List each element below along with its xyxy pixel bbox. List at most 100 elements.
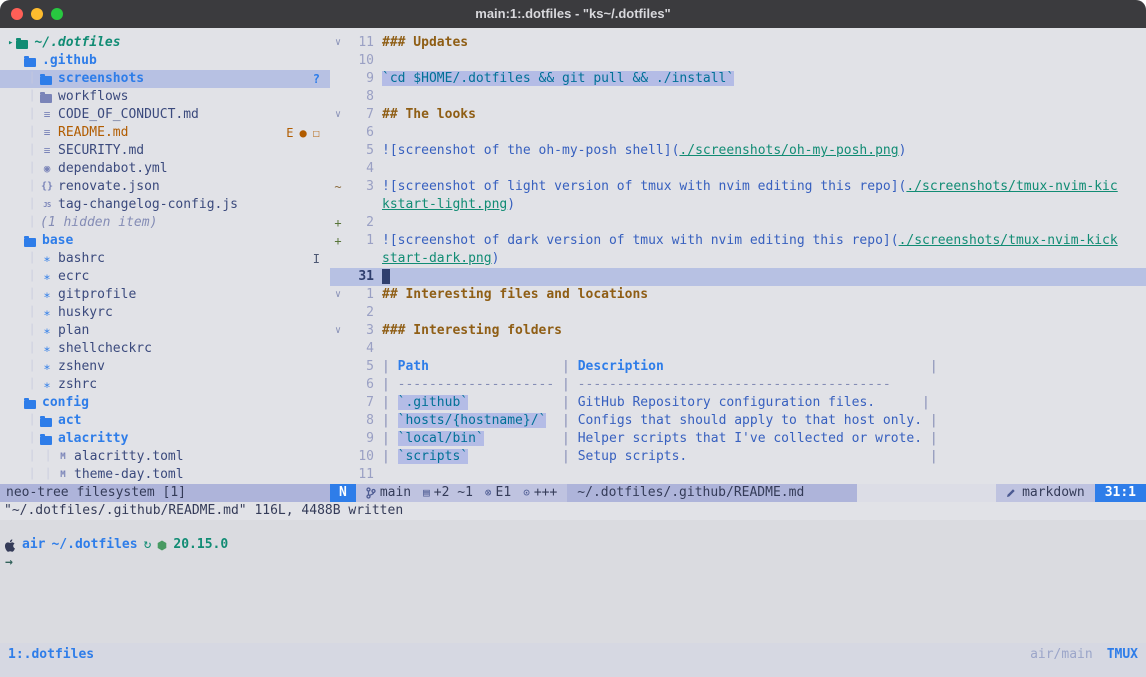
tree-item-plan[interactable]: │∗plan: [0, 322, 330, 340]
editor-line[interactable]: 10: [330, 52, 1146, 70]
editor-line[interactable]: 31: [330, 268, 1146, 286]
line-text: ### Interesting folders: [382, 322, 562, 340]
tree-indent-guide: │: [24, 160, 40, 178]
folder-icon: [24, 58, 36, 67]
tree-item-github[interactable]: .github: [0, 52, 330, 70]
line-number: 11: [346, 466, 374, 484]
editor-line[interactable]: ~3![screenshot of light version of tmux …: [330, 178, 1146, 196]
prompt-path: ~/.dotfiles: [51, 536, 137, 554]
syntax-token: |: [922, 359, 938, 374]
tree-item-workflows[interactable]: │workflows: [0, 88, 330, 106]
editor-line[interactable]: start-dark.png): [330, 250, 1146, 268]
line-text: ![screenshot of the oh-my-posh shell](./…: [382, 142, 906, 160]
tree-item-tag-changelog-config-js[interactable]: │JStag-changelog-config.js: [0, 196, 330, 214]
editor-line[interactable]: 5| Path | Description |: [330, 358, 1146, 376]
gitsign-icon: ~: [330, 178, 346, 196]
tmux-window-label[interactable]: 1:.dotfiles: [8, 646, 94, 664]
folder-icon: [24, 400, 36, 409]
neotree-statusline: neo-tree filesystem [1]: [0, 484, 330, 502]
tree-item-renovate-json[interactable]: │{}renovate.json: [0, 178, 330, 196]
editor-line[interactable]: 8| `hosts/{hostname}/` | Configs that sh…: [330, 412, 1146, 430]
tree-item-dotfiles[interactable]: ▸~/.dotfiles: [0, 34, 330, 52]
editor-line[interactable]: +2: [330, 214, 1146, 232]
editor-line[interactable]: 6: [330, 124, 1146, 142]
tree-item-label: gitprofile: [58, 286, 136, 304]
line-text: | Path | Description |: [382, 358, 938, 376]
tree-indent-guide: │: [24, 124, 40, 142]
statusline-misc: ⊙ +++: [523, 484, 557, 502]
shell-prompt: air ~/.dotfiles ↻ 20.15.0: [5, 536, 1146, 554]
editor-line[interactable]: 4: [330, 340, 1146, 358]
editor-line[interactable]: ∨1## Interesting files and locations: [330, 286, 1146, 304]
misc-value: +++: [534, 484, 557, 502]
shell-input-line[interactable]: →: [5, 554, 1146, 572]
tree-item-alacritty[interactable]: │alacritty: [0, 430, 330, 448]
editor-buffer[interactable]: ∨11### Updates109`cd $HOME/.dotfiles && …: [330, 34, 1146, 484]
tree-item-theme-day-toml[interactable]: ││Mtheme-day.toml: [0, 466, 330, 484]
close-button[interactable]: [11, 8, 23, 20]
line-text: ## The looks: [382, 106, 476, 124]
tree-item-bashrc[interactable]: │∗bashrcI: [0, 250, 330, 268]
tree-item-zshenv[interactable]: │∗zshenv: [0, 358, 330, 376]
editor-line[interactable]: 10| `scripts` | Setup scripts. |: [330, 448, 1146, 466]
editor-line[interactable]: +1![screenshot of dark version of tmux w…: [330, 232, 1146, 250]
shell-pane[interactable]: air ~/.dotfiles ↻ 20.15.0 → 1:.dotfiles …: [0, 520, 1146, 677]
editor-line[interactable]: 11: [330, 466, 1146, 484]
editor-line[interactable]: 5![screenshot of the oh-my-posh shell](.…: [330, 142, 1146, 160]
editor-line[interactable]: 4: [330, 160, 1146, 178]
syntax-token: Helper scripts that I've collected or wr…: [578, 431, 922, 446]
tree-item-zshrc[interactable]: │∗zshrc: [0, 376, 330, 394]
editor-line[interactable]: 8: [330, 88, 1146, 106]
tree-item-readme-md[interactable]: │≡README.mdE●☐: [0, 124, 330, 142]
syntax-token: ): [899, 143, 907, 158]
prompt-arrow: →: [5, 555, 13, 570]
line-number: 8: [346, 412, 374, 430]
editor-line[interactable]: 6| -------------------- | --------------…: [330, 376, 1146, 394]
editor-line[interactable]: ∨11### Updates: [330, 34, 1146, 52]
tree-item-alacritty-toml[interactable]: ││Malacritty.toml: [0, 448, 330, 466]
tree-item-huskyrc[interactable]: │∗huskyrc: [0, 304, 330, 322]
line-text: `cd $HOME/.dotfiles && git pull && ./ins…: [382, 70, 734, 88]
tree-indent-guide: │: [24, 196, 40, 214]
syntax-token: Description: [578, 359, 664, 374]
tree-item-code-of-conduct-md[interactable]: │≡CODE_OF_CONDUCT.md: [0, 106, 330, 124]
tree-item-ecrc[interactable]: │∗ecrc: [0, 268, 330, 286]
editor-pane[interactable]: ∨11### Updates109`cd $HOME/.dotfiles && …: [330, 28, 1146, 484]
editor-line[interactable]: 7| `.github` | GitHub Repository configu…: [330, 394, 1146, 412]
minimize-button[interactable]: [31, 8, 43, 20]
line-number: 10: [346, 52, 374, 70]
titlebar[interactable]: main:1:.dotfiles - "ks~/.dotfiles": [0, 0, 1146, 28]
tree-item-screenshots[interactable]: │screenshots?: [0, 70, 330, 88]
filetype-label: markdown: [1022, 484, 1085, 502]
tree-item-security-md[interactable]: │≡SECURITY.md: [0, 142, 330, 160]
shell-file-icon: ∗: [40, 322, 54, 340]
tree-item-act[interactable]: │act: [0, 412, 330, 430]
tree-item-base[interactable]: base: [0, 232, 330, 250]
syntax-token: `local/bin`: [398, 431, 484, 446]
editor-line[interactable]: 9| `local/bin` | Helper scripts that I'v…: [330, 430, 1146, 448]
syntax-token: [429, 359, 554, 374]
line-number: 3: [346, 322, 374, 340]
file-tree: ▸~/.dotfiles.github│screenshots?│workflo…: [0, 34, 330, 484]
tree-item-1-hidden-item[interactable]: │(1 hidden item): [0, 214, 330, 232]
line-number: 31: [346, 268, 374, 286]
zoom-button[interactable]: [51, 8, 63, 20]
tree-item-label: act: [58, 412, 81, 430]
shell-file-icon: ∗: [40, 268, 54, 286]
editor-line[interactable]: 2: [330, 304, 1146, 322]
fold-column: [330, 430, 346, 448]
shell-file-icon: ∗: [40, 376, 54, 394]
tree-item-dependabot-yml[interactable]: │◉dependabot.yml: [0, 160, 330, 178]
editor-line[interactable]: ∨3### Interesting folders: [330, 322, 1146, 340]
tree-item-gitprofile[interactable]: │∗gitprofile: [0, 286, 330, 304]
syntax-token: `scripts`: [398, 449, 468, 464]
tree-item-shellcheckrc[interactable]: │∗shellcheckrc: [0, 340, 330, 358]
editor-line[interactable]: ∨7## The looks: [330, 106, 1146, 124]
tree-item-config[interactable]: config: [0, 394, 330, 412]
line-number: 7: [346, 106, 374, 124]
editor-line[interactable]: 9`cd $HOME/.dotfiles && git pull && ./in…: [330, 70, 1146, 88]
syntax-token: ): [492, 251, 500, 266]
tree-indent-guide: │: [24, 142, 40, 160]
git-refresh-icon: ↻: [144, 536, 152, 554]
editor-line[interactable]: kstart-light.png): [330, 196, 1146, 214]
